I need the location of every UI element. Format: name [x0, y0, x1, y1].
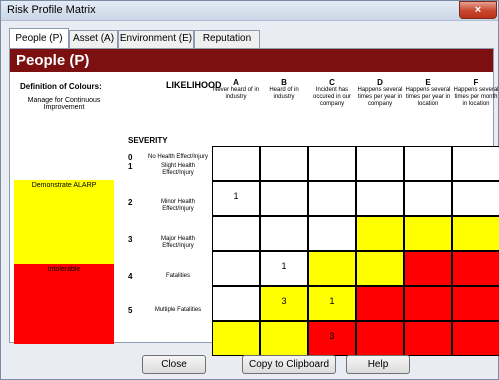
matrix-cell-value: 3 [281, 296, 287, 306]
row-header-5: 5 Multiple Fatalities [128, 307, 208, 335]
column-letter: A [233, 78, 239, 87]
matrix-cell[interactable] [404, 321, 452, 356]
column-desc: Heard of in industry [269, 87, 299, 100]
matrix-cell[interactable] [308, 146, 356, 181]
matrix-cell[interactable] [308, 216, 356, 251]
matrix-cell[interactable]: 3 [260, 286, 308, 321]
matrix-cell[interactable] [356, 181, 404, 216]
matrix-cell-value: 3 [329, 331, 335, 341]
copy-to-clipboard-button[interactable]: Copy to Clipboard [242, 355, 336, 374]
column-desc: Happens several times per month in locat… [453, 87, 499, 107]
matrix-cell-value: 1 [281, 261, 287, 271]
matrix-cell[interactable] [308, 251, 356, 286]
tab-people[interactable]: People (P) [9, 28, 69, 48]
title-bar: Risk Profile Matrix × [1, 1, 498, 21]
legend-label: Demonstrate ALARP [31, 182, 97, 189]
matrix-cell[interactable] [404, 216, 452, 251]
row-header-4: 4 Fatalities [128, 273, 208, 301]
matrix-cell[interactable] [452, 251, 499, 286]
definition-of-colours-title: Definition of Colours: [20, 82, 102, 91]
matrix-cell[interactable] [212, 216, 260, 251]
close-button[interactable]: Close [142, 355, 206, 374]
row-desc: Multiple Fatalities [154, 307, 202, 313]
panel-heading: People (P) [16, 52, 90, 69]
matrix-cell[interactable] [404, 146, 452, 181]
help-button[interactable]: Help [346, 355, 410, 374]
legend-label: Intolerable [47, 266, 81, 273]
column-header-d: D Happens several times per year in comp… [356, 79, 404, 108]
matrix-cell[interactable] [260, 321, 308, 356]
legend-label: Manage for Continuous Improvement [27, 97, 101, 111]
matrix-cell-value: 1 [329, 296, 335, 306]
window-title: Risk Profile Matrix [7, 4, 96, 16]
row-number: 5 [128, 306, 133, 315]
tab-asset[interactable]: Asset (A) [69, 30, 118, 48]
matrix-cell[interactable] [452, 146, 499, 181]
matrix-cell[interactable]: 1 [308, 286, 356, 321]
tab-environment[interactable]: Environment (E) [118, 30, 194, 48]
column-letter: F [473, 78, 479, 87]
row-desc: Minor Health Effect/Injury [160, 199, 195, 212]
column-letter: D [377, 78, 383, 87]
column-desc: Incident has occured in our company [312, 87, 352, 107]
matrix-cell[interactable] [452, 321, 499, 356]
column-letter: C [329, 78, 335, 87]
matrix-cell[interactable] [404, 286, 452, 321]
matrix-cell[interactable] [356, 251, 404, 286]
matrix-cell-value: 1 [233, 191, 239, 201]
matrix-cell[interactable]: 3 [308, 321, 356, 356]
matrix-cell[interactable]: 1 [260, 251, 308, 286]
matrix-cell[interactable] [260, 181, 308, 216]
matrix-cell[interactable] [212, 251, 260, 286]
matrix-cell[interactable] [212, 146, 260, 181]
matrix-cell[interactable] [404, 251, 452, 286]
legend-intolerable: Intolerable [14, 264, 114, 344]
row-desc: Slight Health Effect/Injury [160, 163, 196, 176]
matrix-cell[interactable] [452, 286, 499, 321]
column-letter: B [281, 78, 287, 87]
row-number: 3 [128, 235, 133, 244]
column-header-e: E Happens several times per year in loca… [404, 79, 452, 108]
matrix-cell[interactable] [212, 286, 260, 321]
row-number: 2 [128, 198, 133, 207]
matrix-cell[interactable] [356, 321, 404, 356]
column-desc: Never heard of in industry [212, 87, 260, 100]
row-number: 0 [128, 153, 133, 162]
matrix-cell[interactable] [356, 286, 404, 321]
row-number: 4 [128, 272, 133, 281]
row-header-2: 2 Minor Health Effect/Injury [128, 199, 208, 227]
column-header-b: B Heard of in industry [260, 79, 308, 101]
matrix-cell[interactable] [404, 181, 452, 216]
window-close-button[interactable]: × [459, 1, 497, 19]
row-number: 1 [128, 162, 133, 171]
risk-profile-window: Risk Profile Matrix × People (P) Asset (… [0, 0, 499, 380]
matrix-cell[interactable] [452, 216, 499, 251]
row-header-3: 3 Major Health Effect/Injury [128, 236, 208, 264]
row-desc: No Health Effect/Injury [148, 154, 208, 160]
matrix-cell[interactable] [308, 181, 356, 216]
column-header-c: C Incident has occured in our company [308, 79, 356, 108]
row-desc: Major Health Effect/Injury [160, 236, 195, 249]
matrix-cell[interactable] [260, 146, 308, 181]
tab-reputation[interactable]: Reputation (R) [194, 30, 260, 60]
matrix-cell[interactable]: 1 [212, 181, 260, 216]
legend-demonstrate-alarp: Demonstrate ALARP [14, 180, 114, 264]
column-header-a: A Never heard of in industry [212, 79, 260, 101]
column-desc: Happens several times per year in locati… [405, 87, 451, 107]
panel-header: People (P) [10, 49, 493, 72]
column-header-f: F Happens several times per month in loc… [452, 79, 499, 108]
matrix-panel: People (P) Definition of Colours: Manage… [9, 48, 499, 356]
matrix-cell[interactable] [452, 181, 499, 216]
matrix-cell[interactable] [356, 216, 404, 251]
severity-axis-label: SEVERITY [128, 136, 168, 145]
row-header-1: 1 Slight Health Effect/Injury [128, 163, 208, 191]
row-desc: Fatalities [165, 273, 190, 279]
matrix-cell[interactable] [356, 146, 404, 181]
column-letter: E [425, 78, 431, 87]
matrix-cell[interactable] [260, 216, 308, 251]
matrix-cell[interactable] [212, 321, 260, 356]
column-desc: Happens several times per year in compan… [357, 87, 403, 107]
